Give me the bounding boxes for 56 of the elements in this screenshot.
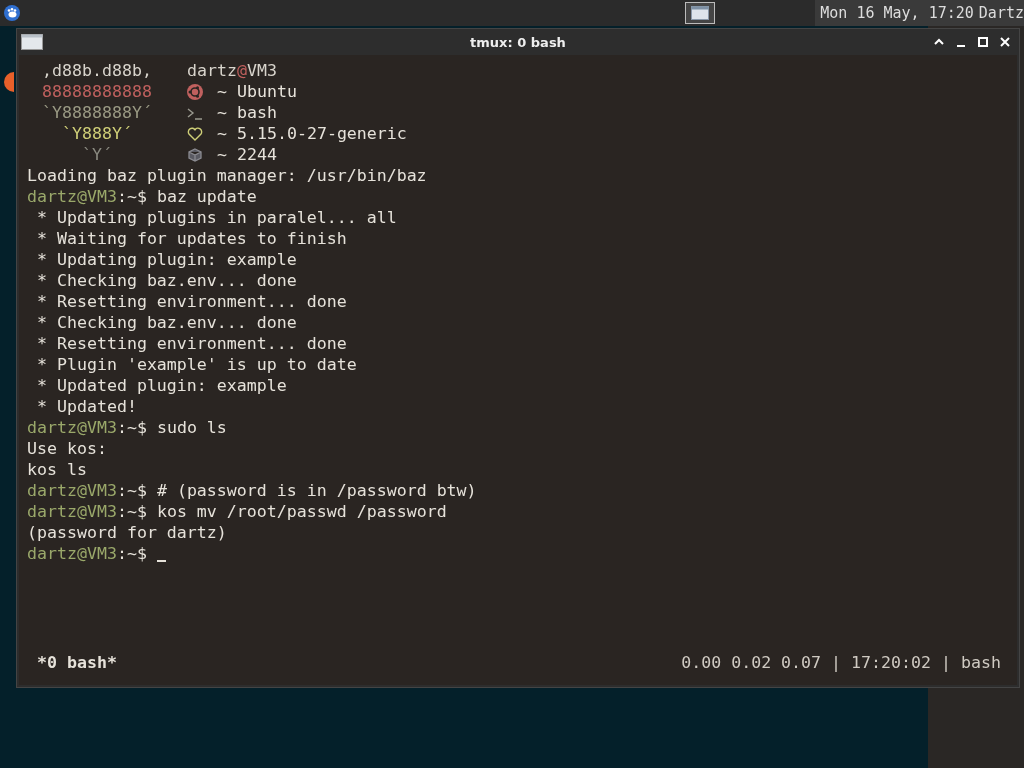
prompt-user: dartz@VM3	[27, 481, 117, 500]
heart-icon	[187, 125, 203, 142]
current-command: bash	[961, 652, 1001, 672]
output-line: * Resetting environment... done	[36, 334, 347, 353]
browser-icon[interactable]	[4, 72, 14, 92]
separator: |	[831, 652, 842, 672]
prompt-user: dartz@VM3	[27, 502, 117, 521]
close-icon[interactable]	[999, 36, 1011, 48]
ascii-art-line: `Y888Y´	[61, 124, 133, 143]
taskbar-window-button[interactable]	[685, 2, 716, 24]
cube-icon	[187, 146, 203, 163]
output-line: * Checking baz.env... done	[36, 271, 297, 290]
prompt-user: dartz@VM3	[27, 187, 117, 206]
prompt-path: :~$	[116, 418, 147, 437]
window-list[interactable]: *0 bash*	[37, 652, 117, 672]
paw-icon[interactable]	[4, 5, 20, 21]
ascii-art-line: `Y´	[81, 145, 113, 164]
command-text: kos mv /root/passwd /password	[156, 502, 447, 521]
output-line: * Plugin 'example' is up to date	[36, 355, 357, 374]
window-title: tmux: 0 bash	[470, 34, 566, 50]
output-line: * Updated!	[36, 397, 137, 416]
output-line: Loading baz plugin manager: /usr/bin/baz	[27, 166, 427, 185]
output-line: * Updating plugin: example	[36, 250, 297, 269]
system-info: ~ 5.15.0-27-generic	[217, 124, 407, 143]
output-line: (password for dartz)	[27, 523, 227, 542]
command-text: baz update	[156, 187, 257, 206]
prompt-user: dartz@VM3	[27, 544, 117, 563]
ubuntu-logo-icon	[187, 83, 203, 100]
output-line: * Updating plugins in paralel... all	[36, 208, 397, 227]
output-line: kos ls	[27, 460, 87, 479]
output-line: * Resetting environment... done	[36, 292, 347, 311]
window-icon	[21, 34, 43, 50]
status-time: 17:20:02	[851, 652, 932, 672]
ascii-art-line: ,d88b.d88b,	[41, 61, 153, 80]
ascii-art-line: `Y8888888Y´	[41, 103, 153, 122]
clock[interactable]: Mon 16 May, 17:20	[820, 4, 974, 22]
system-info: ~ Ubuntu	[217, 82, 297, 101]
prompt-path: :~$	[116, 502, 147, 521]
prompt-user: dartz@VM3	[27, 418, 117, 437]
maximize-icon[interactable]	[977, 36, 989, 48]
prompt-path: :~$	[116, 544, 147, 563]
separator: |	[941, 652, 952, 672]
prompt-path: :~$	[116, 187, 147, 206]
command-text: # (password is in /password btw)	[156, 481, 477, 500]
ascii-art-line: 88888888888	[41, 82, 153, 101]
user-host: dartz@VM3	[187, 61, 277, 80]
output-line: * Waiting for updates to finish	[36, 229, 347, 248]
system-info: ~ 2244	[217, 145, 277, 164]
system-info: ~ bash	[217, 103, 277, 122]
prompt-path: :~$	[116, 481, 147, 500]
output-line: * Updated plugin: example	[36, 376, 287, 395]
output-line: * Checking baz.env... done	[36, 313, 297, 332]
output-line: Use kos:	[27, 439, 107, 458]
load-average: 0.00 0.02 0.07	[681, 652, 822, 672]
command-text: sudo ls	[156, 418, 227, 437]
user-name[interactable]: Dartz	[978, 4, 1024, 22]
